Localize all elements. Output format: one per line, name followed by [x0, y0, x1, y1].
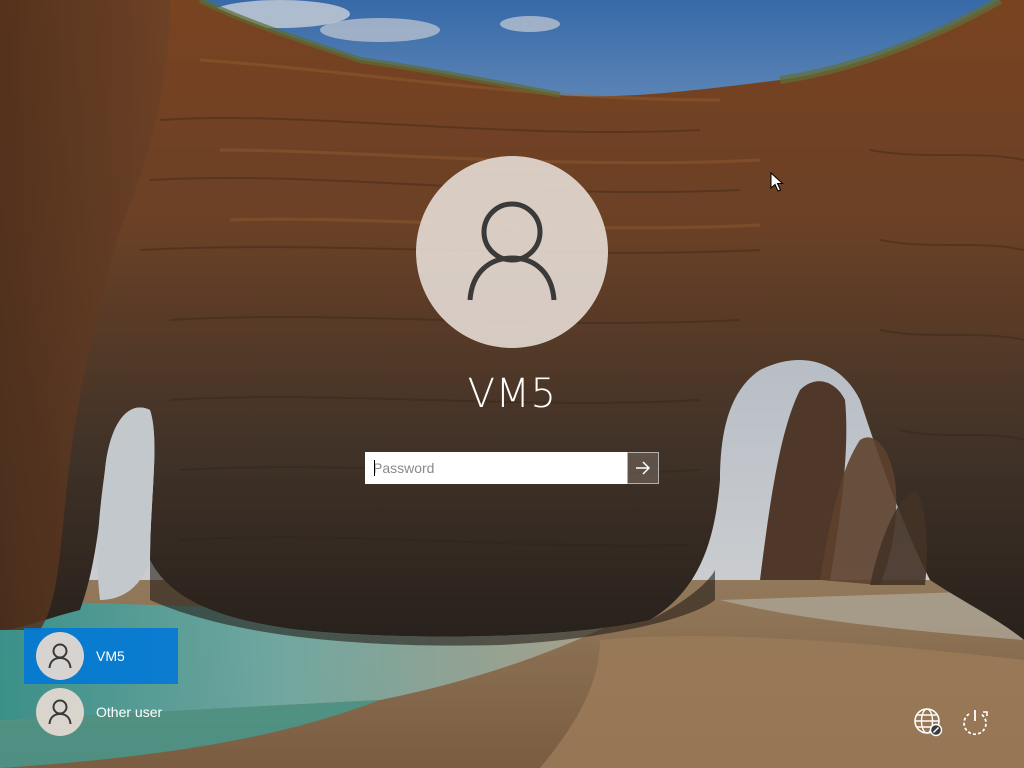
user-list-item-other-user[interactable]: Other user — [24, 684, 178, 740]
power-icon — [963, 710, 988, 736]
lock-screen: VM5 VM5 Other user — [0, 0, 1024, 768]
user-avatar-small — [36, 688, 84, 736]
user-icon — [467, 201, 557, 301]
globe-network-icon — [914, 708, 943, 737]
arrow-right-icon — [636, 461, 651, 475]
submit-arrow-button[interactable] — [627, 452, 659, 484]
current-username: VM5 — [467, 371, 557, 417]
pointer-icon — [770, 171, 784, 192]
user-avatar-large — [416, 156, 608, 348]
user-icon — [48, 643, 72, 669]
password-row — [365, 452, 659, 484]
user-list-label: VM5 — [96, 648, 125, 664]
user-list: VM5 Other user — [24, 628, 178, 740]
user-list-label: Other user — [96, 704, 163, 720]
user-icon — [48, 699, 72, 725]
power-button[interactable] — [957, 704, 993, 740]
password-input[interactable] — [365, 452, 627, 484]
user-avatar-small — [36, 632, 84, 680]
network-button[interactable] — [910, 704, 946, 740]
mouse-cursor — [770, 171, 784, 196]
user-list-item-vm5[interactable]: VM5 — [24, 628, 178, 684]
text-caret — [374, 460, 375, 476]
